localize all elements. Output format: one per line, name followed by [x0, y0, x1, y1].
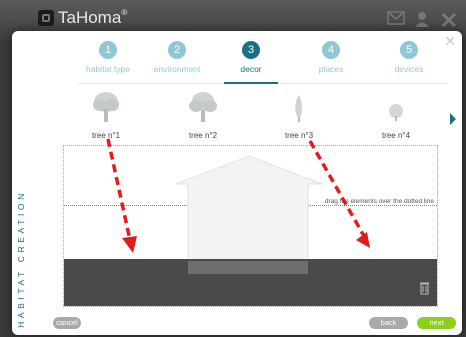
trash-icon[interactable] — [420, 281, 429, 300]
back-button[interactable]: back — [369, 317, 408, 329]
next-button[interactable]: next — [417, 317, 456, 329]
user-icon[interactable] — [414, 11, 430, 31]
mail-icon[interactable] — [387, 11, 405, 29]
tree-item-4[interactable]: tree n°4 — [361, 91, 431, 140]
habitat-creation-dialog: ✕ 1 habitat type 2 environment 3 decor 4… — [12, 31, 462, 335]
step-number: 1 — [99, 41, 117, 59]
step-number: 5 — [400, 41, 418, 59]
step-label: decor — [240, 64, 262, 74]
tree-item-1[interactable]: tree n°1 — [71, 91, 141, 140]
step-decor[interactable]: 3 decor — [206, 41, 296, 74]
tools-icon[interactable] — [440, 11, 458, 33]
app-brand: TaHoma® — [58, 8, 128, 27]
step-number: 4 — [322, 41, 340, 59]
tree-item-2[interactable]: tree n°2 — [168, 91, 238, 140]
house-lower-overlay — [188, 261, 308, 274]
palette-next-arrow-icon[interactable] — [450, 113, 456, 125]
habitat-canvas[interactable]: drag the elements over the dotted line — [63, 145, 438, 307]
tree-label: tree n°1 — [91, 131, 121, 140]
tahoma-logo-icon — [38, 10, 54, 26]
tree-4-icon — [389, 104, 403, 121]
active-step-underline — [224, 82, 278, 84]
tree-item-3[interactable]: tree n°3 — [264, 91, 334, 140]
step-places[interactable]: 4 places — [286, 41, 376, 74]
step-devices[interactable]: 5 devices — [364, 41, 454, 74]
cancel-button[interactable]: cancel — [53, 317, 81, 329]
tree-3-icon — [295, 95, 302, 122]
tree-1-icon — [93, 92, 119, 122]
tree-label: tree n°2 — [188, 131, 218, 140]
step-label: devices — [394, 64, 424, 74]
tree-label: tree n°3 — [284, 131, 314, 140]
step-number: 2 — [168, 41, 186, 59]
sidebar-vertical-title: HABITAT CREATION — [16, 190, 26, 328]
tree-2-icon — [189, 92, 217, 122]
step-label: places — [318, 64, 344, 74]
step-number: 3 — [242, 41, 260, 59]
tree-label: tree n°4 — [381, 131, 411, 140]
